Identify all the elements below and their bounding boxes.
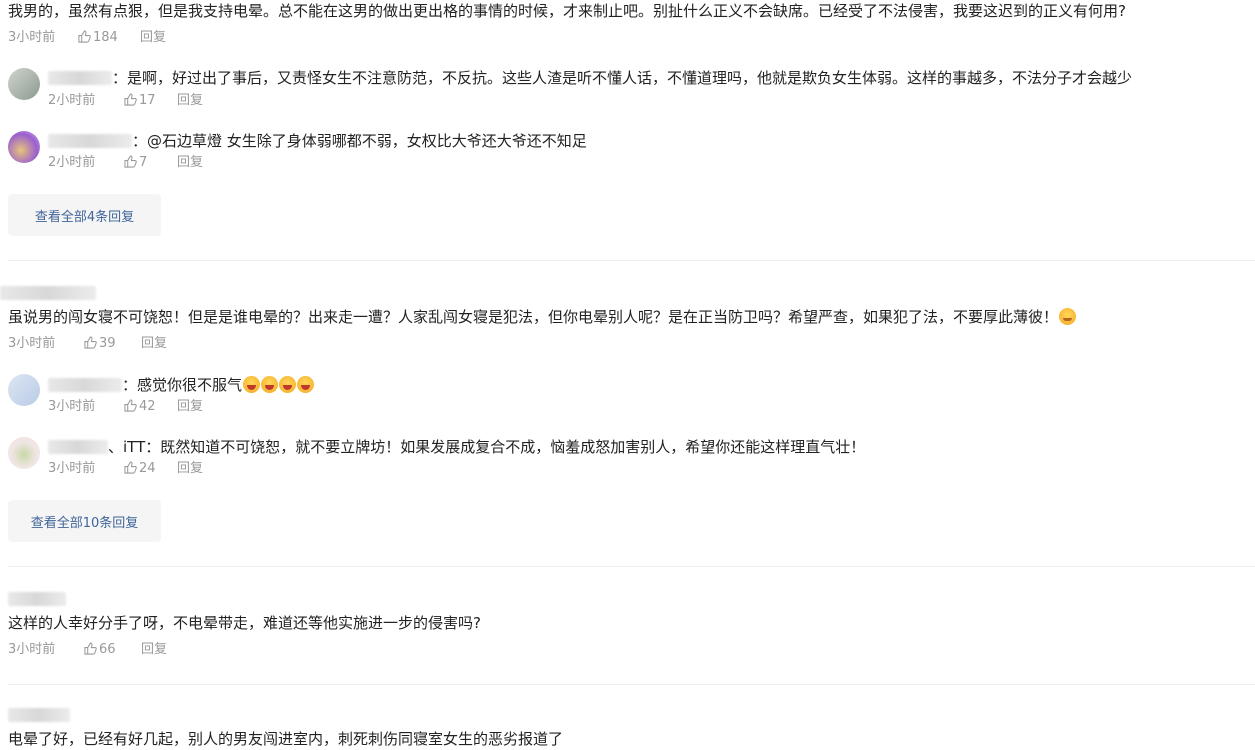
reply-button[interactable]: 回复 xyxy=(177,154,203,172)
reply-meta: 2小时前 17 回复 xyxy=(48,92,203,110)
username-blurred[interactable] xyxy=(8,708,70,722)
like-button[interactable]: 39 xyxy=(84,335,141,353)
username-blurred[interactable] xyxy=(48,71,112,85)
reply-button[interactable]: 回复 xyxy=(177,398,203,416)
reply-text-line: ：@石边草燈 女生除了身体弱哪都不弱，女权比大爷还大爷还不知足 xyxy=(132,130,587,152)
avatar[interactable] xyxy=(8,437,40,469)
comment-meta: 3小时前 66 回复 xyxy=(8,641,167,659)
like-count: 17 xyxy=(139,93,156,108)
comment-text: 这样的人幸好分手了呀，不电晕带走，难道还等他实施进一步的侵害吗? xyxy=(8,614,481,632)
reply-text: 感觉你很不服气 xyxy=(137,376,243,394)
comment-time: 3小时前 xyxy=(8,642,56,657)
reply-text-line: ：是啊，好过出了事后，又责怪女生不注意防范，不反抗。这些人渣是听不懂人话，不懂道… xyxy=(112,67,1132,89)
avatar[interactable] xyxy=(8,374,40,406)
reply-meta: 3小时前 42 回复 xyxy=(48,398,203,416)
comment-text: 电晕了好，已经有好几起，别人的男友闯进室内，刺死刺伤同寝室女生的恶劣报道了 xyxy=(8,730,564,748)
comment-divider xyxy=(8,260,1255,261)
like-button[interactable]: 66 xyxy=(84,641,141,659)
reply-prefix: ： xyxy=(132,132,148,150)
reply-button[interactable]: 回复 xyxy=(177,460,203,478)
comment-divider xyxy=(8,566,1255,567)
laughing-emoji-icon xyxy=(279,376,297,393)
like-count: 24 xyxy=(139,461,156,476)
laughing-emoji-icon xyxy=(261,376,279,393)
like-count: 66 xyxy=(99,642,116,657)
reply-button[interactable]: 回复 xyxy=(177,92,203,110)
like-button[interactable]: 7 xyxy=(124,154,177,172)
like-button[interactable]: 17 xyxy=(124,92,177,110)
laughing-emoji-icon xyxy=(297,376,315,393)
comment-text-line: 虽说男的闯女寝不可饶恕！但是是谁电晕的？出来走一遭？人家乱闯女寝是犯法，但你电晕… xyxy=(8,306,1077,328)
reply-button[interactable]: 回复 xyxy=(140,29,166,47)
comment-text: 虽说男的闯女寝不可饶恕！但是是谁电晕的？出来走一遭？人家乱闯女寝是犯法，但你电晕… xyxy=(8,308,1059,326)
username-blurred[interactable] xyxy=(8,592,66,606)
thumbs-up-icon xyxy=(124,461,137,474)
like-count: 184 xyxy=(93,30,118,45)
reply-button[interactable]: 回复 xyxy=(141,335,167,353)
like-count: 42 xyxy=(139,399,156,414)
thumbs-up-icon xyxy=(124,155,137,168)
reply-meta: 3小时前 24 回复 xyxy=(48,460,203,478)
comment-text: 我男的，虽然有点狠，但是我支持电晕。总不能在这男的做出更出格的事情的时候，才来制… xyxy=(8,2,1126,20)
relieved-emoji-icon xyxy=(1059,308,1077,325)
reply-text: @石边草燈 女生除了身体弱哪都不弱，女权比大爷还大爷还不知足 xyxy=(147,132,587,150)
reply-text-line: 、iTT：既然知道不可饶恕，就不要立牌坊！如果发展成复合不成，恼羞成怒加害别人，… xyxy=(108,436,865,458)
view-all-replies-button[interactable]: 查看全部4条回复 xyxy=(8,194,161,236)
reply-prefix: ： xyxy=(112,69,128,87)
comment-divider xyxy=(8,684,1255,685)
username-blurred[interactable] xyxy=(48,440,108,454)
like-count: 39 xyxy=(99,336,116,351)
reply-time: 3小时前 xyxy=(48,461,96,476)
reply-button[interactable]: 回复 xyxy=(141,641,167,659)
like-button[interactable]: 184 xyxy=(78,29,140,47)
like-count: 7 xyxy=(139,155,148,170)
thumbs-up-icon xyxy=(124,93,137,106)
thumbs-up-icon xyxy=(78,30,91,43)
laughing-emoji-icon xyxy=(243,376,261,393)
thumbs-up-icon xyxy=(124,399,137,412)
comment-meta: 3小时前 184 回复 xyxy=(8,29,166,47)
reply-time: 2小时前 xyxy=(48,93,96,108)
comment-time: 3小时前 xyxy=(8,30,56,45)
like-button[interactable]: 42 xyxy=(124,398,177,416)
reply-time: 3小时前 xyxy=(48,399,96,414)
username-blurred[interactable] xyxy=(0,286,96,300)
like-button[interactable]: 24 xyxy=(124,460,177,478)
thumbs-up-icon xyxy=(84,642,97,655)
username-blurred[interactable] xyxy=(48,378,122,392)
view-all-replies-button[interactable]: 查看全部10条回复 xyxy=(8,500,161,542)
thumbs-up-icon xyxy=(84,336,97,349)
avatar[interactable] xyxy=(8,131,40,163)
reply-prefix: ： xyxy=(122,376,138,394)
comment-meta: 3小时前 39 回复 xyxy=(8,335,167,353)
username-blurred[interactable] xyxy=(48,134,132,148)
comment-time: 3小时前 xyxy=(8,336,56,351)
reply-meta: 2小时前 7 回复 xyxy=(48,154,203,172)
avatar[interactable] xyxy=(8,68,40,100)
reply-time: 2小时前 xyxy=(48,155,96,170)
reply-text: 既然知道不可饶恕，就不要立牌坊！如果发展成复合不成，恼羞成怒加害别人，希望你还能… xyxy=(160,438,866,456)
reply-prefix: 、iTT： xyxy=(108,438,161,456)
reply-text: 是啊，好过出了事后，又责怪女生不注意防范，不反抗。这些人渣是听不懂人话，不懂道理… xyxy=(127,69,1133,87)
reply-text-line: ：感觉你很不服气 xyxy=(122,374,315,396)
